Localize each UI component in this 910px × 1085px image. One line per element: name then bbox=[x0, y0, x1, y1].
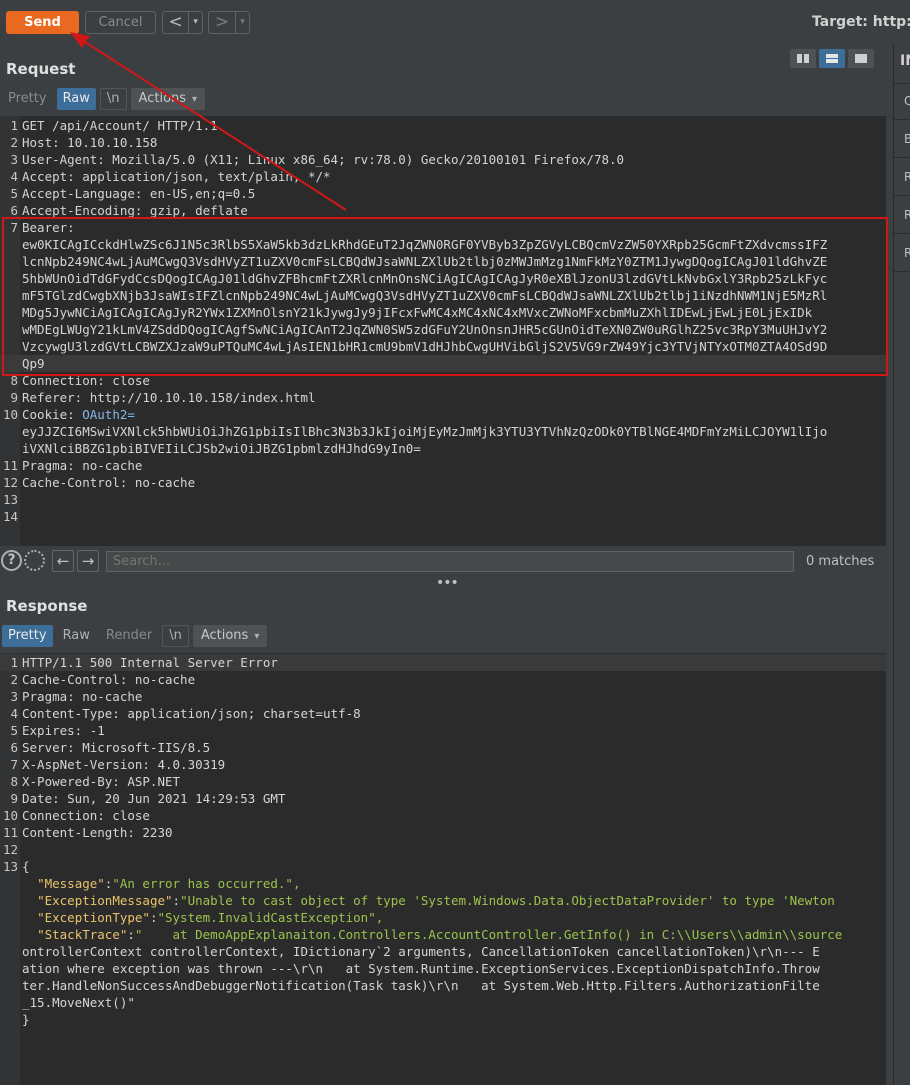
history-forward-dropdown-icon[interactable]: ▾ bbox=[235, 12, 249, 33]
target-label[interactable]: Target: http:/ bbox=[812, 14, 910, 30]
response-title: Response bbox=[6, 597, 88, 615]
pane-splitter-handle[interactable]: ••• bbox=[436, 575, 459, 591]
divider bbox=[894, 119, 910, 120]
divider bbox=[894, 157, 910, 158]
tab-request-raw[interactable]: Raw bbox=[56, 88, 96, 110]
json-value: "An error has occurred.", bbox=[112, 876, 301, 891]
side-by-side-layout-icon[interactable] bbox=[790, 49, 816, 68]
cookie-name: OAuth2= bbox=[82, 407, 135, 422]
tab-response-pretty[interactable]: Pretty bbox=[2, 625, 53, 647]
json-value: " at DemoAppExplanaiton.Controllers.Acco… bbox=[134, 927, 843, 942]
json-key: "StackTrace" bbox=[37, 927, 128, 942]
inspector-heading: IN bbox=[900, 53, 910, 69]
request-editor[interactable]: 1 GET /api/Account/ HTTP/1.1 2 Host: 10.10… bbox=[0, 116, 886, 546]
cancel-button[interactable]: Cancel bbox=[85, 11, 156, 34]
request-title: Request bbox=[6, 60, 76, 78]
request-tabs: Pretty Raw \n Actions ▾ bbox=[2, 88, 206, 110]
history-forward-group: > ▾ bbox=[208, 11, 250, 34]
match-count: 0 matches bbox=[806, 554, 875, 569]
response-scrollbar[interactable] bbox=[886, 653, 893, 1085]
request-actions-menu[interactable]: Actions ▾ bbox=[130, 88, 206, 110]
divider bbox=[894, 195, 910, 196]
actions-label: Actions bbox=[200, 628, 249, 643]
history-forward-button[interactable]: > bbox=[209, 12, 235, 33]
history-back-group: < ▾ bbox=[162, 11, 203, 34]
response-line: 1 HTTP/1.1 500 Internal Server Error bbox=[0, 654, 886, 671]
search-bar: ? ← → 0 matches bbox=[0, 548, 893, 574]
cookie-label: Cookie: bbox=[22, 407, 83, 422]
inspector-item[interactable]: Q bbox=[904, 94, 910, 108]
search-input[interactable] bbox=[106, 551, 794, 572]
inspector-item[interactable]: B bbox=[904, 132, 910, 146]
chevron-down-icon: ▾ bbox=[192, 94, 198, 105]
json-value: "Unable to cast object of type 'System.W… bbox=[180, 893, 835, 908]
search-forward-icon[interactable]: → bbox=[77, 550, 99, 572]
bearer-token-line: Qp9 bbox=[0, 355, 886, 372]
stacked-layout-icon[interactable] bbox=[819, 49, 845, 68]
gear-icon[interactable] bbox=[24, 550, 45, 571]
json-key: "Message" bbox=[37, 876, 105, 891]
tab-request-pretty[interactable]: Pretty bbox=[2, 88, 53, 110]
inspector-item[interactable]: R bbox=[904, 170, 910, 184]
response-tabs: Pretty Raw Render \n Actions ▾ bbox=[2, 625, 268, 647]
single-pane-layout-icon[interactable] bbox=[848, 49, 874, 68]
request-scrollbar[interactable] bbox=[886, 116, 893, 546]
chevron-down-icon: ▾ bbox=[254, 631, 260, 642]
actions-label: Actions bbox=[138, 91, 187, 106]
tab-response-raw[interactable]: Raw bbox=[57, 625, 96, 647]
divider bbox=[894, 271, 910, 272]
help-icon[interactable]: ? bbox=[1, 550, 22, 571]
search-back-icon[interactable]: ← bbox=[52, 550, 74, 572]
inspector-panel: IN Q B R R R bbox=[893, 44, 910, 1085]
inspector-item[interactable]: R bbox=[904, 246, 910, 260]
response-actions-menu[interactable]: Actions ▾ bbox=[192, 625, 268, 647]
response-editor[interactable]: 1 HTTP/1.1 500 Internal Server Error 2 Cac… bbox=[0, 653, 886, 1085]
inspector-item[interactable]: R bbox=[904, 208, 910, 222]
json-key: "ExceptionMessage" bbox=[37, 893, 173, 908]
tab-response-render[interactable]: Render bbox=[100, 625, 158, 647]
send-button[interactable]: Send bbox=[6, 11, 79, 34]
history-back-button[interactable]: < bbox=[163, 12, 188, 33]
tab-response-newline[interactable]: \n bbox=[162, 625, 189, 647]
json-value: "System.InvalidCastException", bbox=[157, 910, 384, 925]
history-back-dropdown-icon[interactable]: ▾ bbox=[188, 12, 202, 33]
divider bbox=[894, 83, 910, 84]
layout-toggle bbox=[790, 49, 874, 68]
toolbar: Send Cancel < ▾ > ▾ Target: http:/ bbox=[0, 0, 910, 44]
divider bbox=[894, 233, 910, 234]
json-key: "ExceptionType" bbox=[37, 910, 150, 925]
tab-request-newline[interactable]: \n bbox=[99, 88, 127, 110]
